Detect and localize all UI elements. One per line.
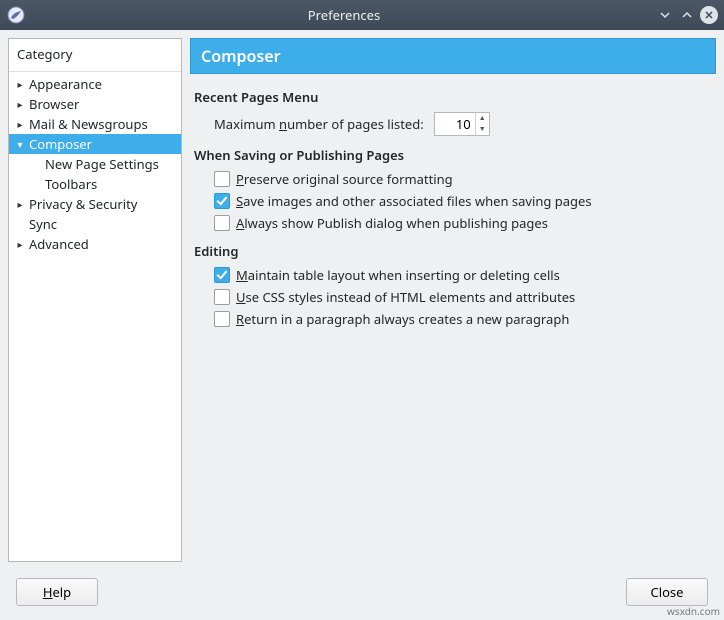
category-sidebar: Category ▸Appearance▸Browser▸Mail & News… [8, 38, 182, 562]
tree-item-label: Composer [29, 135, 92, 153]
watermark: wsxdn.com [667, 604, 720, 618]
tree-item-appearance[interactable]: ▸Appearance [9, 74, 181, 94]
max-pages-label: Maximum number of pages listed: [214, 115, 424, 133]
preserve-formatting-label: Preserve original source formatting [236, 170, 453, 188]
sidebar-header: Category [9, 39, 181, 72]
section-saving: When Saving or Publishing Pages [194, 146, 712, 164]
tree-item-label: Privacy & Security [29, 195, 137, 213]
tree-item-label: Browser [29, 95, 79, 113]
chevron-right-icon: ▸ [15, 95, 25, 113]
publish-dialog-label: Always show Publish dialog when publishi… [236, 214, 548, 232]
tree-item-new-page-settings[interactable]: New Page Settings [9, 154, 181, 174]
settings-pane: Composer Recent Pages Menu Maximum numbe… [190, 38, 716, 562]
content: Category ▸Appearance▸Browser▸Mail & News… [0, 30, 724, 570]
help-button[interactable]: Help [16, 578, 98, 606]
category-tree: ▸Appearance▸Browser▸Mail & Newsgroups▾Co… [9, 72, 181, 256]
spinner-up-icon[interactable]: ▲ [476, 113, 489, 124]
tree-item-toolbars[interactable]: Toolbars [9, 174, 181, 194]
chevron-right-icon: ▸ [15, 235, 25, 253]
tree-item-sync[interactable]: Sync [9, 214, 181, 234]
section-editing: Editing [194, 242, 712, 260]
close-button[interactable]: Close [626, 578, 708, 606]
tree-item-privacy-security[interactable]: ▸Privacy & Security [9, 194, 181, 214]
tree-item-label: Toolbars [45, 175, 97, 193]
tree-item-label: Appearance [29, 75, 102, 93]
use-css-label: Use CSS styles instead of HTML elements … [236, 288, 575, 306]
max-pages-input[interactable] [435, 113, 475, 135]
chevron-down-icon: ▾ [15, 135, 25, 153]
tree-item-label: Advanced [29, 235, 89, 253]
tree-item-label: New Page Settings [45, 155, 159, 173]
app-icon [6, 5, 26, 25]
tree-item-composer[interactable]: ▾Composer [9, 134, 181, 154]
titlebar: Preferences [0, 0, 724, 30]
max-pages-field[interactable]: ▲ ▼ [434, 112, 490, 136]
minimize-button[interactable] [656, 6, 674, 24]
save-images-label: Save images and other associated files w… [236, 192, 592, 210]
window-title: Preferences [32, 6, 656, 24]
maintain-table-checkbox[interactable] [214, 267, 230, 283]
tree-item-label: Mail & Newsgroups [29, 115, 148, 133]
tree-item-advanced[interactable]: ▸Advanced [9, 234, 181, 254]
pane-title: Composer [190, 38, 716, 74]
maximize-button[interactable] [678, 6, 696, 24]
button-bar: Help Close [0, 570, 724, 620]
spinner-down-icon[interactable]: ▼ [476, 124, 489, 135]
tree-item-label: Sync [29, 215, 57, 233]
save-images-checkbox[interactable] [214, 193, 230, 209]
maintain-table-label: Maintain table layout when inserting or … [236, 266, 560, 284]
section-recent-pages: Recent Pages Menu [194, 88, 712, 106]
close-window-button[interactable] [700, 6, 718, 24]
tree-item-mail-newsgroups[interactable]: ▸Mail & Newsgroups [9, 114, 181, 134]
chevron-right-icon: ▸ [15, 195, 25, 213]
preserve-formatting-checkbox[interactable] [214, 171, 230, 187]
chevron-right-icon: ▸ [15, 115, 25, 133]
return-paragraph-checkbox[interactable] [214, 311, 230, 327]
chevron-right-icon: ▸ [15, 75, 25, 93]
use-css-checkbox[interactable] [214, 289, 230, 305]
publish-dialog-checkbox[interactable] [214, 215, 230, 231]
return-paragraph-label: Return in a paragraph always creates a n… [236, 310, 569, 328]
tree-item-browser[interactable]: ▸Browser [9, 94, 181, 114]
